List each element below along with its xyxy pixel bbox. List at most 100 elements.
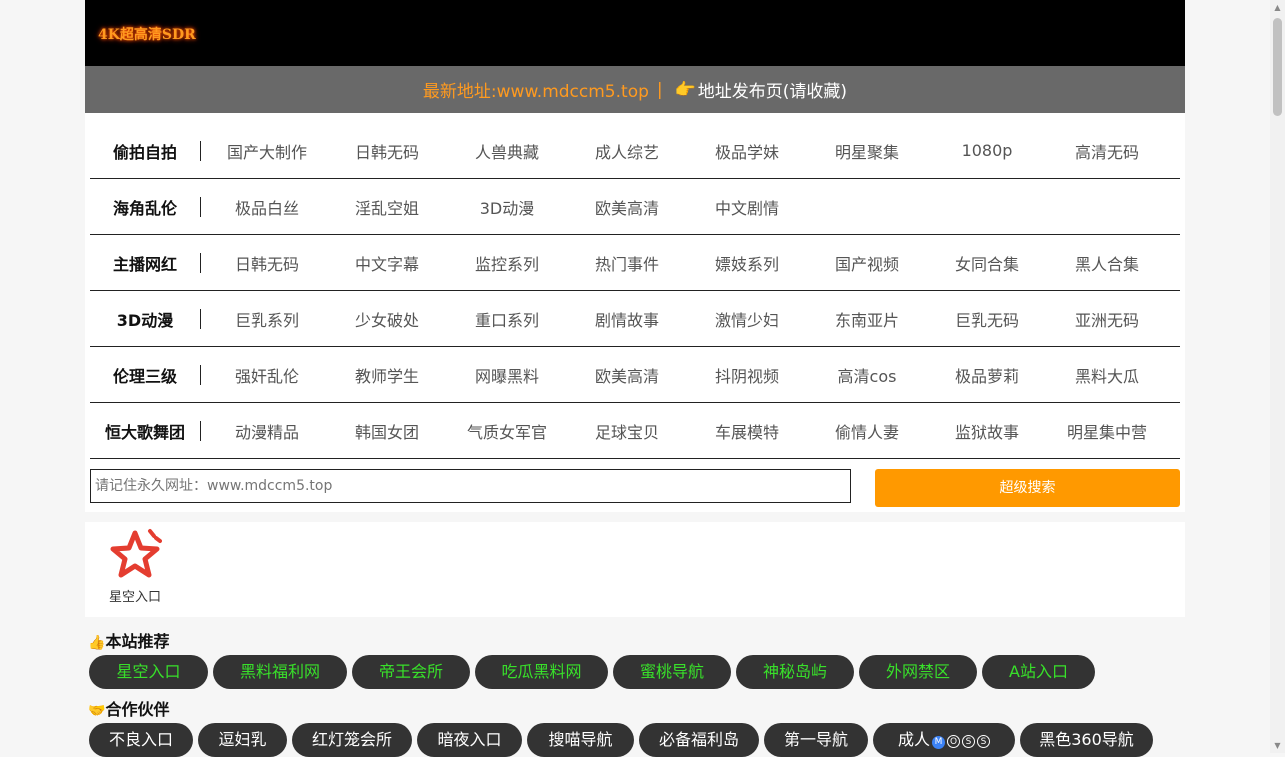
menu-link[interactable]: 高清cos <box>807 363 927 387</box>
menu-link[interactable]: 激情少妇 <box>687 307 807 331</box>
page-container: 4K超高清SDR 最新地址:www.mdccm5.top | 👉 地址发布页(请… <box>85 0 1185 617</box>
menu-link[interactable]: 日韩无码 <box>327 139 447 163</box>
menu-category-label[interactable]: 3D动漫 <box>90 307 200 331</box>
menu-link[interactable]: 极品萝莉 <box>927 363 1047 387</box>
menu-divider <box>200 420 201 441</box>
menu-link[interactable]: 黑人合集 <box>1047 251 1167 275</box>
recommend-link[interactable]: A站入口 <box>982 655 1095 689</box>
menu-link[interactable]: 3D动漫 <box>447 195 567 219</box>
menu-link[interactable]: 偷情人妻 <box>807 419 927 443</box>
partners-list: 不良入口 逗妇乳 红灯笼会所 暗夜入口 搜喵导航 必备福利岛 第一导航 成人 M O S S 黑色360… <box>89 723 1153 757</box>
menu-link[interactable]: 气质女军官 <box>447 419 567 443</box>
menu-link[interactable]: 嫖妓系列 <box>687 251 807 275</box>
menu-row: 海角乱伦 极品白丝 淫乱空姐 3D动漫 欧美高清 中文剧情 <box>90 179 1180 235</box>
menu-link[interactable]: 教师学生 <box>327 363 447 387</box>
recommend-link[interactable]: 黑料福利网 <box>213 655 347 689</box>
partner-link[interactable]: 逗妇乳 <box>198 723 287 757</box>
partner-link[interactable]: 第一导航 <box>764 723 868 757</box>
menu-link[interactable]: 明星聚集 <box>807 139 927 163</box>
partner-link[interactable]: 不良入口 <box>89 723 193 757</box>
menu-category-label[interactable]: 恒大歌舞团 <box>90 419 200 443</box>
menu-link[interactable]: 动漫精品 <box>207 419 327 443</box>
pointing-hand-icon: 👉 <box>674 79 696 100</box>
partner-link[interactable]: 红灯笼会所 <box>292 723 412 757</box>
recommend-link[interactable]: 蜜桃导航 <box>613 655 731 689</box>
menu-link[interactable]: 车展模特 <box>687 419 807 443</box>
partner-link[interactable]: 搜喵导航 <box>527 723 634 757</box>
scrollbar-thumb[interactable] <box>1273 18 1282 116</box>
menu-row: 恒大歌舞团 动漫精品 韩国女团 气质女军官 足球宝贝 车展模特 偷情人妻 监狱故事 明星集中营 <box>90 403 1180 459</box>
partner-link[interactable]: 暗夜入口 <box>417 723 522 757</box>
partners-heading: 🤝合作伙伴 <box>88 696 169 720</box>
menu-link[interactable]: 东南亚片 <box>807 307 927 331</box>
featured-tile-label: 星空入口 <box>108 590 161 605</box>
menu-row: 伦理三级 强奸乱伦 教师学生 网曝黑料 欧美高清 抖阴视频 高清cos 极品萝莉 黑料大瓜 <box>90 347 1180 403</box>
scroll-up-icon[interactable]: ▲ <box>1273 3 1282 12</box>
menu-link[interactable]: 成人综艺 <box>567 139 687 163</box>
menu-link[interactable]: 剧情故事 <box>567 307 687 331</box>
featured-tiles: 星空入口 <box>85 522 1185 617</box>
menu-row: 偷拍自拍 国产大制作 日韩无码 人兽典藏 成人综艺 极品学妹 明星聚集 1080p 高清无码 <box>90 123 1180 179</box>
menu-link[interactable]: 足球宝贝 <box>567 419 687 443</box>
menu-link[interactable]: 亚洲无码 <box>1047 307 1167 331</box>
menu-category-label[interactable]: 海角乱伦 <box>90 195 200 219</box>
letter-badge-icon: S <box>977 735 990 748</box>
super-search-button[interactable]: 超级搜索 <box>875 469 1180 507</box>
menu-link[interactable]: 抖阴视频 <box>687 363 807 387</box>
partner-link[interactable]: 必备福利岛 <box>639 723 759 757</box>
scroll-down-icon[interactable]: ▼ <box>1273 741 1282 750</box>
featured-tile-xingkong[interactable]: 星空入口 <box>105 528 165 605</box>
menu-category-label[interactable]: 伦理三级 <box>90 363 200 387</box>
menu-link[interactable]: 重口系列 <box>447 307 567 331</box>
menu-link[interactable]: 中文剧情 <box>687 195 807 219</box>
menu-link[interactable]: 国产大制作 <box>207 139 327 163</box>
menu-link[interactable]: 巨乳系列 <box>207 307 327 331</box>
menu-link[interactable]: 黑料大瓜 <box>1047 363 1167 387</box>
thumbs-up-icon: 👍 <box>88 635 106 651</box>
menu-link[interactable]: 欧美高清 <box>567 195 687 219</box>
recommend-link[interactable]: 外网禁区 <box>859 655 977 689</box>
menu-category-label[interactable]: 偷拍自拍 <box>90 139 200 163</box>
menu-category-label[interactable]: 主播网红 <box>90 251 200 275</box>
letter-badge-icon: M <box>932 736 945 749</box>
menu-link[interactable]: 淫乱空姐 <box>327 195 447 219</box>
partner-link[interactable]: 成人 M O S S <box>873 723 1015 757</box>
search-input[interactable] <box>90 469 851 503</box>
menu-link[interactable]: 极品学妹 <box>687 139 807 163</box>
menu-link[interactable]: 监狱故事 <box>927 419 1047 443</box>
address-bar: 最新地址:www.mdccm5.top | 👉 地址发布页(请收藏) <box>85 66 1185 113</box>
address-publish-link[interactable]: 地址发布页(请收藏) <box>698 77 847 102</box>
site-logo[interactable]: 4K超高清SDR <box>98 24 196 44</box>
menu-link[interactable]: 1080p <box>927 141 1047 160</box>
recommend-link[interactable]: 吃瓜黑料网 <box>475 655 608 689</box>
category-menu: 偷拍自拍 国产大制作 日韩无码 人兽典藏 成人综艺 极品学妹 明星聚集 1080p 高清无码 海角… <box>85 113 1185 459</box>
search-area: 超级搜索 <box>85 459 1185 512</box>
recommend-link[interactable]: 神秘岛屿 <box>736 655 854 689</box>
recommend-list: 星空入口 黑料福利网 帝王会所 吃瓜黑料网 蜜桃导航 神秘岛屿 外网禁区 A站入口 <box>89 655 1095 689</box>
recommend-link[interactable]: 星空入口 <box>89 655 208 689</box>
recommend-link[interactable]: 帝王会所 <box>352 655 470 689</box>
page-scrollbar[interactable]: ▲ ▼ <box>1270 0 1285 753</box>
menu-link[interactable]: 极品白丝 <box>207 195 327 219</box>
menu-link[interactable]: 高清无码 <box>1047 139 1167 163</box>
recommend-heading: 👍本站推荐 <box>88 628 169 652</box>
partners-title: 合作伙伴 <box>105 700 170 719</box>
latest-address-link[interactable]: 最新地址:www.mdccm5.top <box>423 77 649 102</box>
handshake-icon: 🤝 <box>88 703 106 719</box>
menu-link[interactable]: 网曝黑料 <box>447 363 567 387</box>
menu-link[interactable]: 人兽典藏 <box>447 139 567 163</box>
menu-link[interactable]: 少女破处 <box>327 307 447 331</box>
menu-link[interactable]: 国产视频 <box>807 251 927 275</box>
menu-link[interactable]: 巨乳无码 <box>927 307 1047 331</box>
partner-link[interactable]: 黑色360导航 <box>1020 723 1153 757</box>
menu-link[interactable]: 热门事件 <box>567 251 687 275</box>
menu-link[interactable]: 女同合集 <box>927 251 1047 275</box>
menu-link[interactable]: 中文字幕 <box>327 251 447 275</box>
menu-row: 主播网红 日韩无码 中文字幕 监控系列 热门事件 嫖妓系列 国产视频 女同合集 黑人合集 <box>90 235 1180 291</box>
menu-link[interactable]: 欧美高清 <box>567 363 687 387</box>
menu-link[interactable]: 明星集中营 <box>1047 419 1167 443</box>
menu-link[interactable]: 监控系列 <box>447 251 567 275</box>
menu-link[interactable]: 韩国女团 <box>327 419 447 443</box>
menu-link[interactable]: 强奸乱伦 <box>207 363 327 387</box>
menu-link[interactable]: 日韩无码 <box>207 251 327 275</box>
